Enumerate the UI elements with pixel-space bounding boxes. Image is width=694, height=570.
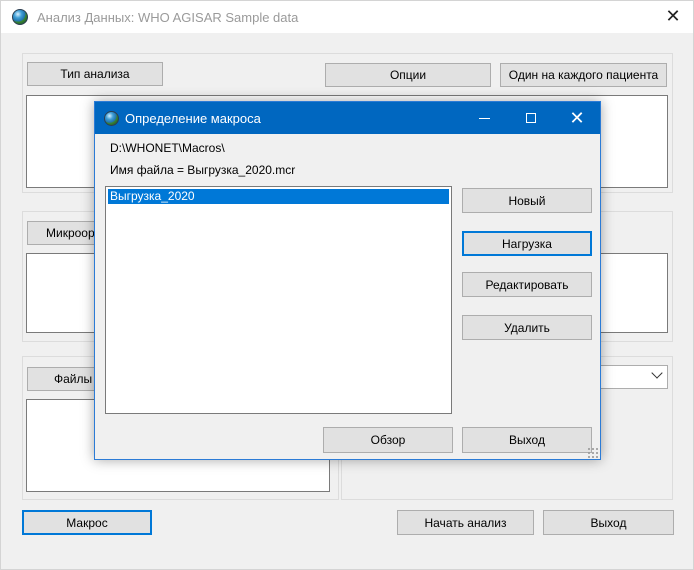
options-button[interactable]: Опции (325, 63, 491, 87)
dialog-exit-button[interactable]: Выход (462, 427, 592, 453)
macro-filename: Имя файла = Выгрузка_2020.mcr (110, 163, 296, 177)
main-titlebar[interactable]: Анализ Данных: WHO AGISAR Sample data ✕ (1, 1, 693, 33)
dialog-titlebar[interactable]: Определение макроса ✕ (95, 102, 600, 134)
edit-macro-button[interactable]: Редактировать (462, 272, 592, 297)
antibiotics-list[interactable] (599, 253, 668, 333)
browse-button[interactable]: Обзор (323, 427, 453, 453)
start-analysis-button[interactable]: Начать анализ (397, 510, 534, 535)
macro-list[interactable]: Выгрузка_2020 (105, 186, 452, 414)
chevron-down-icon (651, 367, 663, 379)
minimize-icon[interactable] (462, 102, 508, 134)
macro-button[interactable]: Макрос (22, 510, 152, 535)
analysis-type-button[interactable]: Тип анализа (27, 62, 163, 86)
output-combobox[interactable] (599, 365, 668, 389)
close-icon[interactable]: ✕ (554, 102, 600, 134)
main-exit-button[interactable]: Выход (543, 510, 674, 535)
macro-definition-dialog: Определение макроса ✕ D:\WHONET\Macros\ … (94, 101, 601, 460)
list-item[interactable]: Выгрузка_2020 (108, 189, 449, 204)
resize-grip[interactable] (587, 447, 599, 459)
close-icon[interactable]: ✕ (661, 5, 685, 27)
globe-icon (104, 111, 119, 126)
dialog-title: Определение макроса (125, 111, 261, 126)
new-macro-button[interactable]: Новый (462, 188, 592, 213)
macro-folder-path: D:\WHONET\Macros\ (110, 141, 225, 155)
globe-icon (12, 9, 28, 25)
load-macro-button[interactable]: Нагрузка (462, 231, 592, 256)
maximize-icon[interactable] (508, 102, 554, 134)
one-per-patient-button[interactable]: Один на каждого пациента (500, 63, 667, 87)
main-window-title: Анализ Данных: WHO AGISAR Sample data (37, 10, 299, 25)
delete-macro-button[interactable]: Удалить (462, 315, 592, 340)
